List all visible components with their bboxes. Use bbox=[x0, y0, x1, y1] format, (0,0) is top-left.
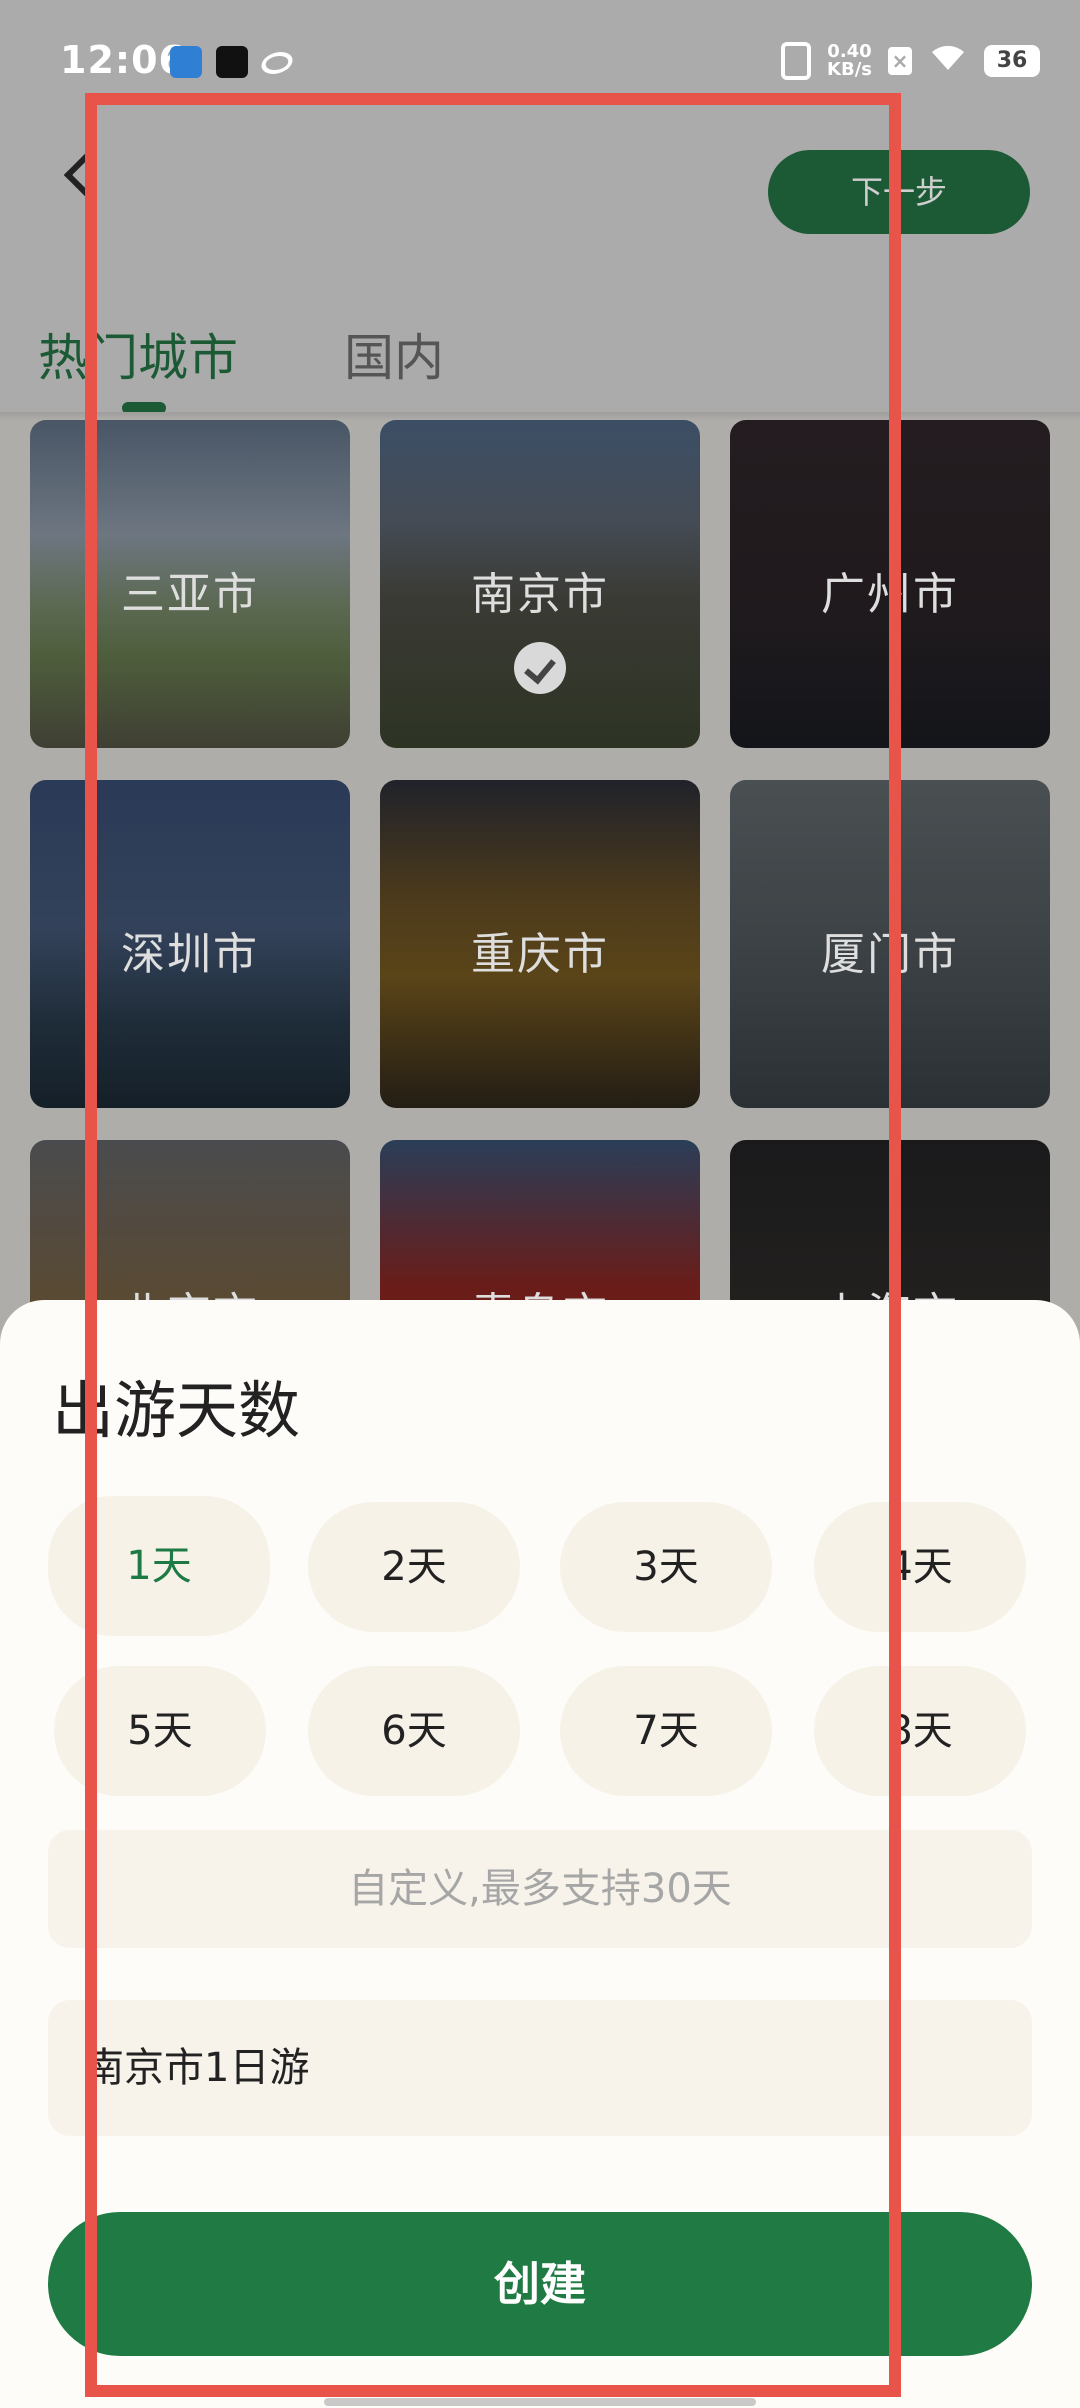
day-option-5[interactable]: 5天 bbox=[54, 1666, 266, 1796]
vibrate-icon bbox=[781, 41, 812, 80]
home-indicator[interactable] bbox=[324, 2398, 756, 2406]
city-card-sanya[interactable]: 三亚市 bbox=[30, 420, 350, 748]
city-card-guangzhou[interactable]: 广州市 bbox=[730, 420, 1050, 748]
day-option-2[interactable]: 2天 bbox=[308, 1502, 520, 1632]
city-card-shenzhen[interactable]: 深圳市 bbox=[30, 780, 350, 1108]
city-name: 厦门市 bbox=[821, 929, 959, 980]
notification-app-icon bbox=[170, 46, 202, 78]
city-card-xiamen[interactable]: 厦门市 bbox=[730, 780, 1050, 1108]
next-step-button[interactable]: 下一步 bbox=[768, 150, 1030, 234]
day-option-3[interactable]: 3天 bbox=[560, 1502, 772, 1632]
city-name: 重庆市 bbox=[471, 929, 609, 980]
city-name: 广州市 bbox=[821, 569, 959, 620]
network-speed-unit: KB/s bbox=[827, 58, 872, 80]
check-icon bbox=[514, 642, 566, 694]
wifi-icon bbox=[928, 40, 968, 81]
day-option-1[interactable]: 1天 bbox=[48, 1496, 270, 1636]
day-option-7[interactable]: 7天 bbox=[560, 1666, 772, 1796]
city-card-chongqing[interactable]: 重庆市 bbox=[380, 780, 700, 1108]
status-time: 12:06 bbox=[60, 38, 186, 82]
tab-hot-cities[interactable]: 热门城市 bbox=[38, 318, 238, 390]
day-option-8[interactable]: 8天 bbox=[814, 1666, 1026, 1796]
city-name: 南京市 bbox=[471, 569, 609, 620]
status-bar: 12:06 0.40 KB/s × 36 bbox=[0, 0, 1080, 130]
city-name: 三亚市 bbox=[121, 569, 259, 620]
tiktok-icon bbox=[216, 46, 248, 78]
status-indicators: 0.40 KB/s × 36 bbox=[781, 40, 1040, 81]
notification-app-icon bbox=[257, 52, 297, 74]
create-button[interactable]: 创建 bbox=[48, 2212, 1032, 2356]
header-divider bbox=[0, 412, 1080, 420]
city-card-nanjing[interactable]: 南京市 bbox=[380, 420, 700, 748]
city-name: 深圳市 bbox=[121, 929, 259, 980]
network-speed: 0.40 KB/s bbox=[827, 40, 872, 80]
trip-name-field[interactable]: 南京市1日游 bbox=[48, 2000, 1032, 2136]
day-option-4[interactable]: 4天 bbox=[814, 1502, 1026, 1632]
battery-icon: 36 bbox=[984, 44, 1040, 77]
network-speed-value: 0.40 bbox=[827, 40, 872, 62]
trip-days-sheet: 出游天数 1天 2天 3天 4天 5天 6天 7天 8天 南京市1日游 创建 bbox=[0, 1300, 1080, 2408]
custom-days-input[interactable] bbox=[48, 1830, 1032, 1948]
tab-domestic[interactable]: 国内 bbox=[344, 318, 444, 390]
day-option-6[interactable]: 6天 bbox=[308, 1666, 520, 1796]
no-sim-icon: × bbox=[888, 46, 912, 75]
sheet-title: 出游天数 bbox=[52, 1374, 301, 1447]
